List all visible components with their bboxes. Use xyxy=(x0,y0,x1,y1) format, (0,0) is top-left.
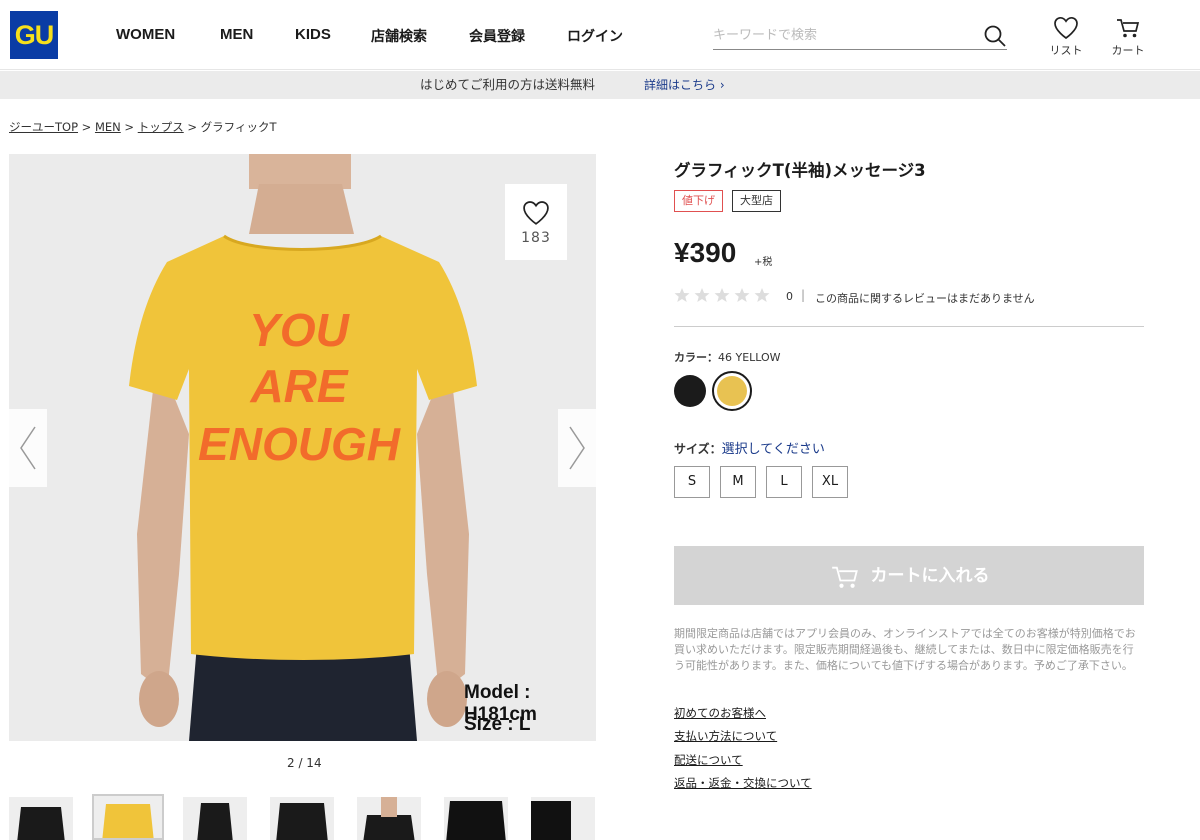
product-price: ¥390 xyxy=(674,237,737,268)
image-pager: 2 / 14 xyxy=(287,756,322,770)
nav-women[interactable]: WOMEN xyxy=(116,26,175,43)
review-count: 0 xyxy=(786,290,793,303)
chevron-right-icon xyxy=(569,426,585,470)
thumbnail[interactable] xyxy=(357,797,421,840)
cart-icon xyxy=(831,566,858,588)
nav-login[interactable]: ログイン xyxy=(567,26,623,46)
free-shipping-banner: はじめてご利用の方は送料無料 詳細はこちら › xyxy=(0,71,1200,99)
model-size: Size : L xyxy=(464,714,531,735)
divider xyxy=(674,326,1144,327)
site-header: GU WOMEN MEN KIDS 店舗検索 会員登録 ログイン リスト カート xyxy=(0,0,1200,70)
star-icon xyxy=(694,288,710,302)
cart-button[interactable]: カート xyxy=(1108,16,1148,58)
breadcrumb-tops[interactable]: トップス xyxy=(138,120,184,134)
search-box xyxy=(713,22,1007,50)
favorite-count: 183 xyxy=(521,230,551,246)
size-label-key: サイズ： xyxy=(674,442,722,456)
size-l-button[interactable]: L xyxy=(766,466,802,498)
limited-price-notice: 期間限定商品は店舗ではアプリ会員のみ、オンラインストアでは全てのお客様が特別価格… xyxy=(674,627,1136,672)
link-shipping[interactable]: 配送について xyxy=(674,752,743,768)
nav-store-search[interactable]: 店舗検索 xyxy=(371,26,427,46)
star-icon xyxy=(734,288,750,302)
cart-label: カート xyxy=(1111,44,1145,57)
link-returns[interactable]: 返品・返金・交換について xyxy=(674,775,812,791)
color-label-key: カラー： xyxy=(674,351,718,364)
nav-kids[interactable]: KIDS xyxy=(295,26,331,43)
color-value: 46 YELLOW xyxy=(718,351,781,364)
color-label: カラー：46 YELLOW xyxy=(674,349,781,365)
search-input[interactable] xyxy=(713,22,973,48)
nav-men[interactable]: MEN xyxy=(220,26,253,43)
breadcrumb-top[interactable]: ジーユーTOP xyxy=(9,120,78,134)
star-icon xyxy=(754,288,770,302)
thumbnail-strip xyxy=(9,794,609,840)
breadcrumb-current: グラフィックT xyxy=(200,120,277,134)
size-prompt: 選択してください xyxy=(721,442,825,457)
thumbnail[interactable] xyxy=(531,797,595,840)
breadcrumb-men[interactable]: MEN xyxy=(95,120,121,134)
gu-logo[interactable]: GU xyxy=(10,11,58,59)
nav-register[interactable]: 会員登録 xyxy=(469,26,525,46)
rating-stars xyxy=(674,287,774,309)
search-icon[interactable] xyxy=(983,24,1007,48)
shirt-print-line-2: ARE xyxy=(249,360,348,412)
cart-icon xyxy=(1117,19,1140,38)
shirt-print-line-1: YOU xyxy=(249,304,350,356)
add-to-cart-label: カートに入れる xyxy=(870,566,990,585)
add-to-cart-button[interactable]: カートに入れる xyxy=(674,546,1144,605)
color-swatch-yellow[interactable] xyxy=(712,371,752,411)
review-separator: | xyxy=(801,288,806,302)
thumbnail-selected[interactable] xyxy=(92,794,164,840)
list-label: リスト xyxy=(1049,44,1083,57)
product-main-image: YOU ARE ENOUGH 183 Model : H181cm Size :… xyxy=(9,154,596,741)
breadcrumb: ジーユーTOP > MEN > トップス > グラフィックT xyxy=(9,120,277,134)
size-m-button[interactable]: M xyxy=(720,466,756,498)
next-image-button[interactable] xyxy=(558,409,596,487)
link-payment[interactable]: 支払い方法について xyxy=(674,728,777,744)
product-title: グラフィックT(半袖)メッセージ3 xyxy=(674,161,926,180)
size-xl-button[interactable]: XL xyxy=(812,466,848,498)
thumbnail[interactable] xyxy=(183,797,247,840)
thumbnail[interactable] xyxy=(9,797,73,840)
banner-details-link[interactable]: 詳細はこちら › xyxy=(644,71,725,99)
review-status: この商品に関するレビューはまだありません xyxy=(815,292,1035,305)
favorite-button[interactable]: 183 xyxy=(505,184,567,260)
shirt-print-line-3: ENOUGH xyxy=(198,418,401,470)
heart-icon xyxy=(1054,16,1078,40)
thumbnail[interactable] xyxy=(270,797,334,840)
link-first-time[interactable]: 初めてのお客様へ xyxy=(674,705,766,721)
badge-large-store: 大型店 xyxy=(732,190,781,212)
tax-label: +税 xyxy=(754,257,773,268)
heart-icon xyxy=(523,201,549,225)
size-label: サイズ：選択してください xyxy=(674,438,825,457)
star-icon xyxy=(674,288,690,302)
favorite-list-button[interactable]: リスト xyxy=(1046,16,1086,58)
star-icon xyxy=(714,288,730,302)
color-swatch-black[interactable] xyxy=(674,375,706,407)
prev-image-button[interactable] xyxy=(9,409,47,487)
thumbnail[interactable] xyxy=(444,797,508,840)
chevron-left-icon xyxy=(20,426,36,470)
badge-price-down: 値下げ xyxy=(674,190,723,212)
banner-message: はじめてご利用の方は送料無料 xyxy=(420,77,596,92)
size-s-button[interactable]: S xyxy=(674,466,710,498)
